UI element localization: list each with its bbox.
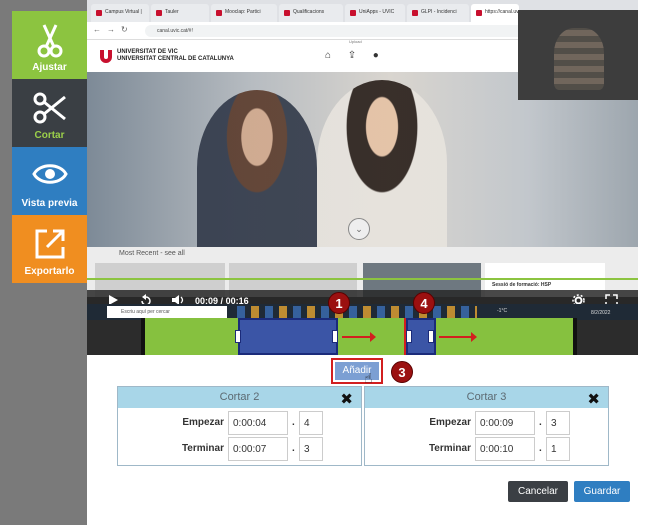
sidebar-item-ajustar[interactable]: Ajustar xyxy=(12,11,87,79)
sidebar-item-label: Exportarlo xyxy=(24,266,75,277)
sidebar-item-vista-previa[interactable]: Vista previa xyxy=(12,147,87,215)
browser-tab: Qualificacions xyxy=(279,4,343,22)
taskbar-date: 8/2/2022 xyxy=(591,310,611,316)
callout-1: 1 xyxy=(328,292,350,314)
taskbar-app-icons xyxy=(237,306,477,318)
cut-panel-header: Cortar 2 ✖ xyxy=(118,387,361,408)
callout-4: 4 xyxy=(413,292,435,314)
university-name: UNIVERSITAT DE VIC UNIVERSITAT CENTRAL D… xyxy=(117,49,234,63)
cut-handle-start[interactable] xyxy=(406,330,412,343)
start-label: Empezar xyxy=(429,417,471,428)
browser-tab: Mooclap: Partici xyxy=(211,4,277,22)
timeline-segment-kept xyxy=(145,318,238,355)
taskbar-search: Escriu aquí per cercar xyxy=(107,306,227,318)
hand-cursor-icon: ☝ xyxy=(364,370,373,386)
chevron-down-icon: ⌄ xyxy=(348,218,370,240)
start-row: Empezar 0:00:09 . 3 xyxy=(365,411,608,435)
thumbnail-title: Sessió de formació: HSP xyxy=(492,282,552,288)
upload-label: Upload xyxy=(349,39,362,44)
cut-handle-start[interactable] xyxy=(235,330,241,343)
cut-panel-title: Cortar 3 xyxy=(466,391,507,403)
close-icon[interactable]: ✖ xyxy=(340,389,353,410)
end-row: Terminar 0:00:07 . 3 xyxy=(118,437,361,461)
end-label: Terminar xyxy=(428,443,471,454)
end-label: Terminar xyxy=(181,443,224,454)
home-icon: ⌂ xyxy=(325,50,332,61)
browser-tab: Tauler xyxy=(151,4,209,22)
browser-tab: UniApps - UVIC xyxy=(345,4,405,22)
uvic-logo xyxy=(100,50,112,63)
export-icon xyxy=(12,227,87,263)
hero-person xyxy=(197,90,317,247)
close-icon[interactable]: ✖ xyxy=(587,389,600,410)
upload-icon: ⇪ xyxy=(347,50,357,61)
end-fraction-input[interactable]: 1 xyxy=(546,437,570,461)
callout-3: 3 xyxy=(391,361,413,383)
sidebar: Ajustar Cortar Vista previa Exportarlo xyxy=(0,0,87,525)
end-time-input[interactable]: 0:00:07 xyxy=(228,437,288,461)
arrow-right-icon xyxy=(342,332,376,342)
progress-line xyxy=(87,278,638,280)
sidebar-item-label: Vista previa xyxy=(21,198,78,209)
video-preview[interactable]: Campus Virtual | Tauler Mooclap: Partici… xyxy=(87,0,638,355)
browser-tab: GLPI - Incidenci xyxy=(407,4,469,22)
start-label: Empezar xyxy=(182,417,224,428)
end-row: Terminar 0:00:10 . 1 xyxy=(365,437,608,461)
site-nav-icons: ⌂ ⇪ ● xyxy=(325,50,379,61)
sidebar-item-label: Cortar xyxy=(34,130,65,141)
cut-panel-2: Cortar 2 ✖ Empezar 0:00:04 . 4 Terminar … xyxy=(117,386,362,466)
taskbar-temperature: -1°C xyxy=(497,308,508,314)
nav-arrows-icon: ←→↻ xyxy=(93,25,134,34)
webcam-person-blurred xyxy=(554,28,604,90)
browser-tab-active: https://canal.uv xyxy=(471,4,519,22)
decimal-separator: . xyxy=(539,443,542,454)
sidebar-item-label: Ajustar xyxy=(32,62,67,73)
start-time-input[interactable]: 0:00:09 xyxy=(475,411,535,435)
decimal-separator: . xyxy=(292,443,295,454)
cut-handle-end[interactable] xyxy=(428,330,434,343)
webcam-overlay xyxy=(518,10,638,100)
hero-person xyxy=(317,80,447,247)
cut-panel-3: Cortar 3 ✖ Empezar 0:00:09 . 3 Terminar … xyxy=(364,386,609,466)
cut-panel-header: Cortar 3 ✖ xyxy=(365,387,608,408)
scissors-icon xyxy=(12,91,87,127)
sidebar-item-exportarlo[interactable]: Exportarlo xyxy=(12,215,87,283)
browser-tab: Campus Virtual | xyxy=(91,4,149,22)
sidebar-item-cortar[interactable]: Cortar xyxy=(12,79,87,147)
cut-panel-title: Cortar 2 xyxy=(219,391,260,403)
cut-timeline[interactable] xyxy=(141,318,577,355)
university-name-line2: UNIVERSITAT CENTRAL DE CATALUNYA xyxy=(117,56,234,62)
timeline-segment-cut-2[interactable] xyxy=(238,318,338,355)
end-fraction-input[interactable]: 3 xyxy=(299,437,323,461)
decimal-separator: . xyxy=(292,417,295,428)
decimal-separator: . xyxy=(539,417,542,428)
recent-title: Most Recent - see all xyxy=(119,250,185,257)
add-cut-button[interactable]: Añadir xyxy=(331,358,383,384)
cancel-button[interactable]: Cancelar xyxy=(508,481,568,502)
start-fraction-input[interactable]: 3 xyxy=(546,411,570,435)
arrow-right-icon xyxy=(439,332,477,342)
start-time-input[interactable]: 0:00:04 xyxy=(228,411,288,435)
record-icon: ● xyxy=(372,50,379,61)
scissors-icon xyxy=(12,23,87,59)
university-name-line1: UNIVERSITAT DE VIC xyxy=(117,49,178,55)
save-button[interactable]: Guardar xyxy=(574,481,630,502)
start-fraction-input[interactable]: 4 xyxy=(299,411,323,435)
end-time-input[interactable]: 0:00:10 xyxy=(475,437,535,461)
video-editor: Ajustar Cortar Vista previa Exportarlo C… xyxy=(0,0,648,525)
eye-icon xyxy=(12,159,87,195)
start-row: Empezar 0:00:04 . 4 xyxy=(118,411,361,435)
